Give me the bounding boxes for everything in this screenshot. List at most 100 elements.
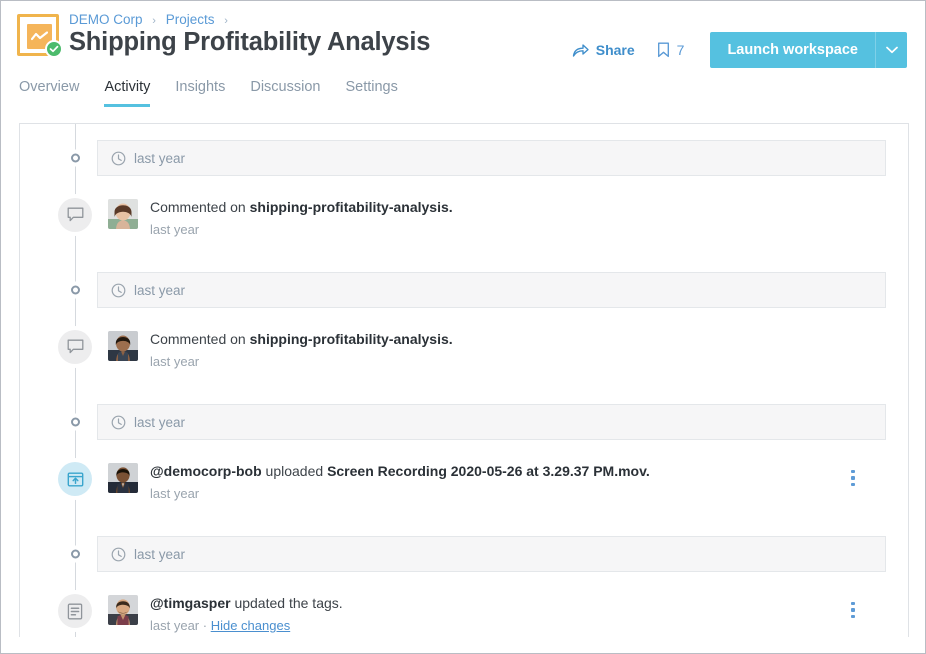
breadcrumb: DEMO Corp › Projects › [69,12,234,27]
share-arrow-icon [572,43,589,57]
activity-time: last year [150,618,200,633]
tab-bar: Overview Activity Insights Discussion Se… [1,79,925,110]
page-title: Shipping Profitability Analysis [69,28,431,56]
activity-text: @democorp-bob uploaded Screen Recording … [150,462,886,481]
chart-line-icon [31,31,48,41]
user-avatar-timgasper [108,595,138,625]
comment-bubble-icon [58,198,92,232]
timeline-dot [71,153,80,163]
kebab-dot [851,601,855,606]
avatar[interactable] [108,463,138,493]
activity-text-mid: uploaded [261,463,328,479]
kebab-dot [851,482,855,487]
kebab-menu-icon[interactable] [844,467,862,489]
timeline-dot [71,549,80,559]
share-label: Share [595,42,635,58]
document-lines-glyph [67,603,83,619]
separator-time: last year [134,150,186,166]
bookmark-button[interactable]: 7 [657,42,685,58]
meta-separator: · [199,618,211,633]
tab-activity[interactable]: Activity [104,79,151,107]
kebab-dot [851,608,855,612]
activity-target: Screen Recording 2020-05-26 at 3.29.37 P… [327,463,650,479]
activity-text: Commented on shipping-profitability-anal… [150,198,886,217]
timeline-separator: last year [71,140,886,176]
app-window: DEMO Corp › Projects › Shipping Profitab… [0,0,926,654]
breadcrumb-item-org[interactable]: DEMO Corp [69,12,143,27]
clock-icon [111,283,126,297]
tab-discussion[interactable]: Discussion [250,79,320,107]
activity-time: last year [150,222,200,237]
activity-user[interactable]: @democorp-bob [150,463,262,479]
activity-content: Commented on shipping-profitability-anal… [150,198,886,238]
avatar[interactable] [108,595,138,625]
activity-item-comment-1: Commented on shipping-profitability-anal… [20,198,886,250]
chevron-down-icon[interactable] [875,32,907,68]
upload-icon [58,462,92,496]
activity-feed: last year Commented on shipping-profitab… [20,124,908,637]
activity-target: shipping-profitability-analysis. [249,199,453,215]
user-avatar-male-dark [108,331,138,361]
kebab-dot [851,614,855,619]
clock-icon [111,547,126,561]
activity-time: last year [150,354,200,369]
share-button[interactable]: Share [572,42,635,58]
tab-overview[interactable]: Overview [19,79,79,107]
breadcrumb-separator-icon: › [152,15,156,27]
activity-text-prefix: Commented on [150,199,250,215]
check-glyph [49,45,59,53]
bookmark-count: 7 [676,42,685,58]
activity-text: Commented on shipping-profitability-anal… [150,330,886,349]
activity-text-prefix: Commented on [150,331,250,347]
kebab-dot [851,469,855,474]
tab-settings[interactable]: Settings [345,79,397,107]
activity-time: last year [150,486,200,501]
avatar[interactable] [108,199,138,229]
kebab-menu-icon[interactable] [844,599,862,621]
activity-text-mid: updated the tags. [230,595,343,611]
activity-item-comment-2: Commented on shipping-profitability-anal… [20,330,886,382]
timeline-separator: last year [71,404,886,440]
kebab-dot [851,476,855,480]
avatar[interactable] [108,331,138,361]
launch-workspace-button[interactable]: Launch workspace [710,32,907,68]
tab-insights[interactable]: Insights [175,79,225,107]
breadcrumb-separator-icon-2: › [224,15,228,27]
tags-document-icon [58,594,92,628]
comment-bubble-glyph [67,207,83,222]
header-actions: Share 7 Launch workspace [572,32,907,68]
activity-text: @timgasper updated the tags. [150,594,886,613]
separator-time: last year [134,546,186,562]
user-avatar-female [108,199,138,229]
activity-target: shipping-profitability-analysis. [249,331,453,347]
verified-check-icon [45,40,63,58]
activity-item-tags: @timgasper updated the tags. last year ·… [20,594,886,637]
activity-content: Commented on shipping-profitability-anal… [150,330,886,370]
hide-changes-link[interactable]: Hide changes [211,618,291,633]
activity-meta: last year · Hide changes [150,617,886,634]
upload-glyph [67,472,83,487]
page-header: DEMO Corp › Projects › Shipping Profitab… [1,1,925,79]
activity-panel: last year Commented on shipping-profitab… [19,123,909,637]
breadcrumb-item-projects[interactable]: Projects [166,12,215,27]
timeline-dot [71,285,80,295]
bookmark-icon [657,42,669,58]
separator-time: last year [134,282,186,298]
chevron-down-glyph [885,46,898,54]
clock-icon [111,415,126,429]
clock-icon [111,151,126,165]
activity-content: @timgasper updated the tags. last year ·… [150,594,886,637]
project-logo [17,14,63,58]
comment-bubble-glyph [67,339,83,354]
launch-workspace-label: Launch workspace [727,42,858,58]
activity-item-upload: @democorp-bob uploaded Screen Recording … [20,462,886,514]
comment-bubble-icon [58,330,92,364]
activity-user[interactable]: @timgasper [150,595,231,611]
